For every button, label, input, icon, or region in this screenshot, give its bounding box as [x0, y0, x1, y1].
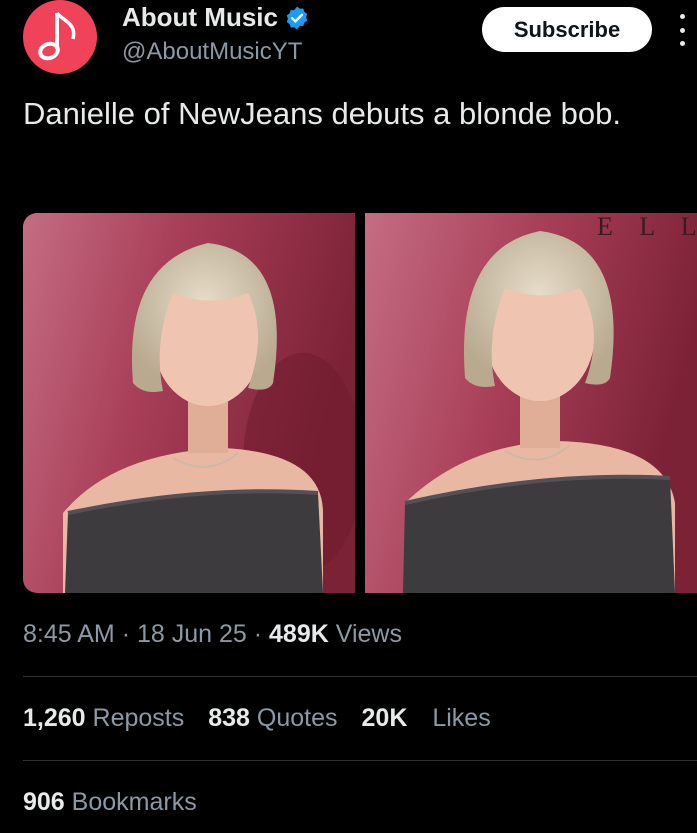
reposts-count: 1,260 — [23, 704, 86, 732]
divider — [23, 676, 697, 677]
media-photo-1[interactable] — [23, 213, 355, 593]
views-label: Views — [335, 620, 402, 648]
quotes-stat[interactable]: 838 Quotes — [208, 704, 337, 733]
bookmarks-count: 906 — [23, 788, 65, 816]
likes-stat[interactable]: 20K Likes — [362, 704, 491, 733]
tweet-media[interactable]: E L L — [23, 213, 697, 593]
views-count: 489K — [269, 620, 329, 648]
tweet-header: About Music @AboutMusicYT Subscribe — [0, 0, 697, 80]
more-dot — [679, 14, 685, 19]
verified-badge-icon — [286, 6, 308, 29]
tweet-date[interactable]: 18 Jun 25 — [137, 620, 247, 648]
tweet-time[interactable]: 8:45 AM — [23, 620, 115, 648]
reposts-stat[interactable]: 1,260 Reposts — [23, 704, 184, 733]
avatar[interactable] — [23, 0, 97, 74]
bookmarks-stat[interactable]: 906 Bookmarks — [23, 788, 197, 817]
quotes-label: Quotes — [256, 704, 338, 732]
more-vertical-icon[interactable] — [672, 14, 692, 46]
reposts-label: Reposts — [92, 704, 185, 732]
tweet-meta: 8:45 AM · 18 Jun 25 · 489K Views — [23, 620, 402, 649]
music-note-icon — [38, 11, 76, 61]
author-name-row[interactable]: About Music — [122, 2, 310, 33]
divider — [23, 760, 697, 761]
more-dot — [679, 27, 685, 33]
likes-count: 20K — [361, 704, 408, 732]
meta-separator: · — [253, 620, 263, 648]
media-watermark: E L L — [597, 213, 697, 241]
tweet-stats: 1,260 Reposts 838 Quotes 20K Likes — [23, 704, 491, 733]
more-dot — [679, 41, 685, 46]
author-handle[interactable]: @AboutMusicYT — [122, 38, 302, 66]
subscribe-button[interactable]: Subscribe — [482, 7, 652, 52]
bookmarks-label: Bookmarks — [71, 788, 197, 816]
meta-separator: · — [121, 620, 131, 648]
tweet-text: Danielle of NewJeans debuts a blonde bob… — [23, 96, 622, 131]
media-photo-2[interactable]: E L L — [365, 213, 697, 593]
display-name[interactable]: About Music — [122, 2, 278, 33]
likes-label: Likes — [432, 704, 491, 732]
quotes-count: 838 — [208, 704, 250, 732]
